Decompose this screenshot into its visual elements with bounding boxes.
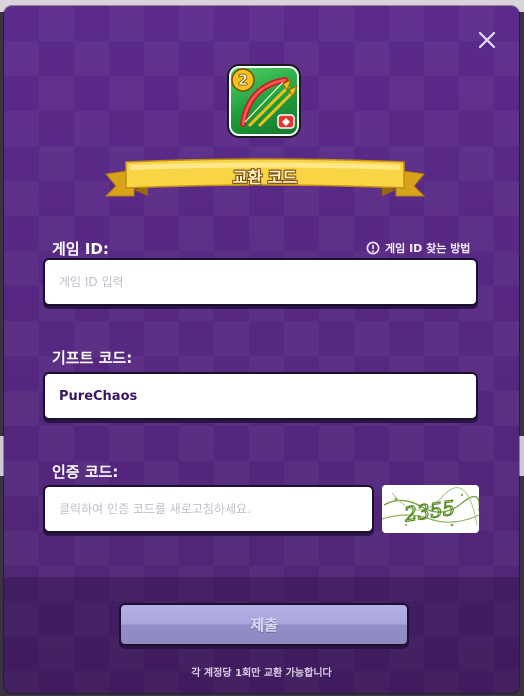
find-game-id-link[interactable]: 게임 ID 찾는 방법 [366, 239, 470, 257]
game-id-field[interactable] [43, 258, 478, 306]
dialog-title: 교환 코드 [232, 168, 298, 187]
bow-arrow-game-icon: 2 [231, 68, 298, 129]
game-id-input[interactable] [59, 260, 476, 304]
gift-code-label: 기프트 코드: [52, 349, 133, 367]
captcha-noise-image: 2355 [382, 485, 479, 533]
submit-button[interactable]: 제출 [119, 603, 409, 646]
close-icon [478, 31, 496, 49]
captcha-input[interactable] [59, 487, 372, 531]
redeem-code-dialog: 2 교환 코드 게임 ID: 게임 ID 찾는 방법 기프트 코드: 인증 코드… [4, 6, 519, 693]
captcha-field[interactable] [43, 485, 374, 533]
app-icon: 2 [227, 64, 301, 138]
title-ribbon: 교환 코드 [104, 156, 426, 204]
gift-code-input[interactable] [59, 374, 476, 418]
find-game-id-label: 게임 ID 찾는 방법 [385, 242, 471, 255]
game-id-label: 게임 ID: [52, 240, 109, 258]
close-button[interactable] [475, 28, 499, 52]
gift-code-field[interactable] [43, 372, 478, 420]
captcha-image[interactable]: 2355 [382, 485, 479, 533]
captcha-label: 인증 코드: [52, 463, 119, 481]
app-icon-badge: 2 [238, 71, 248, 89]
info-circle-icon [366, 241, 380, 255]
redeem-limit-note: 각 계정당 1회만 교환 가능합니다 [191, 668, 332, 679]
